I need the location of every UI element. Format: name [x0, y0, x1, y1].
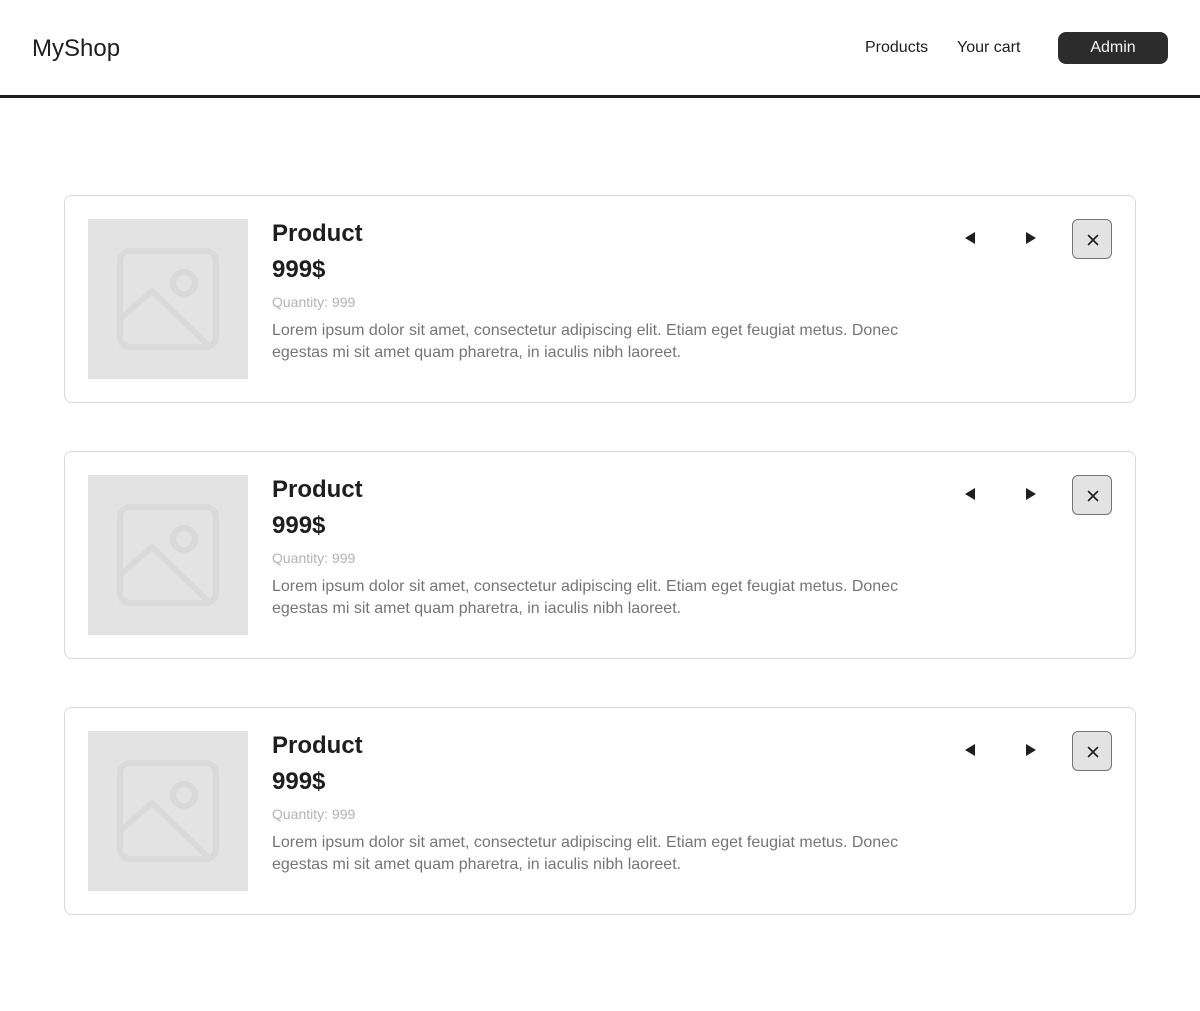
- image-placeholder-icon: [117, 760, 219, 862]
- product-image-placeholder: [88, 731, 248, 891]
- product-title: Product: [272, 476, 363, 503]
- close-icon: [1087, 490, 1099, 502]
- site-header: MyShop Products Your cart Admin: [0, 0, 1200, 98]
- product-price: 999$: [272, 768, 326, 795]
- arrow-left-icon: [965, 232, 975, 244]
- close-icon: [1087, 234, 1099, 246]
- decrease-quantity-button[interactable]: [961, 484, 981, 504]
- brand-logo[interactable]: MyShop: [32, 34, 120, 64]
- product-description: Lorem ipsum dolor sit amet, consectetur …: [272, 578, 899, 617]
- quantity-value: 999: [331, 550, 356, 566]
- quantity-label: Quantity:: [272, 550, 332, 566]
- product-price: 999$: [272, 512, 326, 539]
- product-image-placeholder: [88, 219, 248, 379]
- image-placeholder-icon: [117, 504, 219, 606]
- quantity-label: Quantity:: [272, 806, 332, 822]
- decrease-quantity-button[interactable]: [961, 740, 981, 760]
- quantity-value: 999: [331, 806, 356, 822]
- remove-item-button[interactable]: [1072, 219, 1112, 259]
- product-quantity: Quantity: 999: [272, 805, 355, 823]
- increase-quantity-button[interactable]: [1020, 740, 1040, 760]
- close-icon: [1087, 746, 1099, 758]
- product-description: Lorem ipsum dolor sit amet, consectetur …: [272, 834, 899, 873]
- quantity-label: Quantity:: [272, 294, 332, 310]
- product-quantity: Quantity: 999: [272, 293, 355, 311]
- product-title: Product: [272, 220, 363, 247]
- arrow-right-icon: [1026, 744, 1036, 756]
- product-quantity: Quantity: 999: [272, 549, 355, 567]
- cart-item-card: Product 999$ Quantity: 999 Lorem ipsum d…: [64, 195, 1136, 403]
- product-title: Product: [272, 732, 363, 759]
- remove-item-button[interactable]: [1072, 475, 1112, 515]
- arrow-left-icon: [965, 744, 975, 756]
- admin-button[interactable]: Admin: [1058, 32, 1168, 64]
- cart-item-card: Product 999$ Quantity: 999 Lorem ipsum d…: [64, 707, 1136, 915]
- remove-item-button[interactable]: [1072, 731, 1112, 771]
- cart-item-card: Product 999$ Quantity: 999 Lorem ipsum d…: [64, 451, 1136, 659]
- increase-quantity-button[interactable]: [1020, 484, 1040, 504]
- product-description: Lorem ipsum dolor sit amet, consectetur …: [272, 322, 899, 361]
- arrow-right-icon: [1026, 488, 1036, 500]
- arrow-left-icon: [965, 488, 975, 500]
- nav-cart-link[interactable]: Your cart: [957, 38, 1020, 58]
- image-placeholder-icon: [117, 248, 219, 350]
- nav-products-link[interactable]: Products: [865, 38, 928, 58]
- arrow-right-icon: [1026, 232, 1036, 244]
- quantity-value: 999: [331, 294, 356, 310]
- product-price: 999$: [272, 256, 326, 283]
- decrease-quantity-button[interactable]: [961, 228, 981, 248]
- increase-quantity-button[interactable]: [1020, 228, 1040, 248]
- product-image-placeholder: [88, 475, 248, 635]
